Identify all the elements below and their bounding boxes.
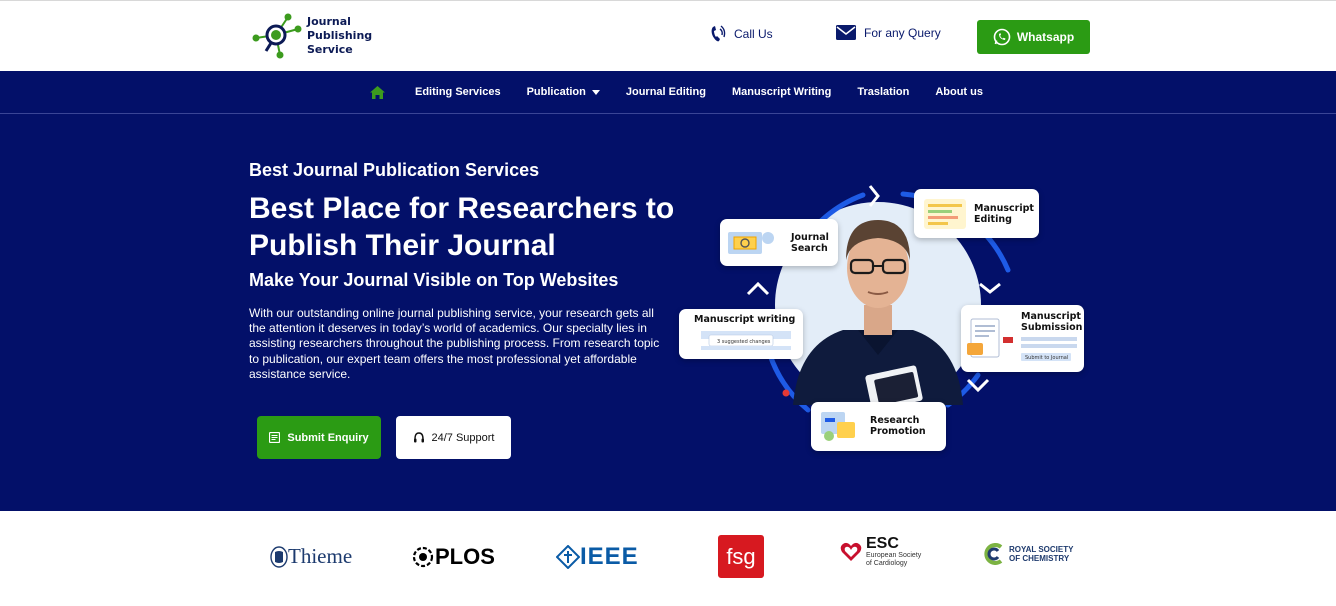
card-manuscript-writing: Manuscript writing 3 suggested changes	[679, 309, 803, 359]
whatsapp-button[interactable]: Whatsapp	[977, 20, 1090, 54]
logo-line-3: Service	[307, 43, 353, 56]
manuscript-editing-icon	[924, 199, 966, 229]
research-promotion-line-2: Promotion	[870, 426, 926, 437]
form-icon	[269, 432, 281, 443]
logo-network-icon	[252, 13, 302, 59]
manuscript-submission-icon	[967, 318, 1013, 358]
fsg-logo: fsg	[718, 535, 764, 578]
envelope-icon	[836, 25, 856, 40]
support-label: 24/7 Support	[431, 431, 495, 444]
hero-section: Best Journal Publication Services Best P…	[0, 114, 1336, 511]
ieee-text: IEEE	[580, 543, 639, 570]
query-email-link[interactable]: For any Query	[836, 25, 941, 40]
main-nav: Editing Services Publication Journal Edi…	[0, 71, 1336, 114]
manuscript-submission-line-1: Manuscript	[1021, 311, 1081, 322]
journal-search-line-2: Search	[791, 243, 828, 254]
logo-line-1: Journal	[307, 15, 351, 28]
rsc-text-1: ROYAL SOCIETY	[1009, 545, 1074, 554]
rsc-text-2: OF CHEMISTRY	[1009, 554, 1070, 563]
rsc-text: ROYAL SOCIETY OF CHEMISTRY	[1009, 545, 1073, 563]
esc-text-block: ESC European Society of Cardiology	[866, 536, 921, 568]
manuscript-editing-line-1: Manuscript	[974, 203, 1034, 214]
heart-icon	[840, 542, 862, 561]
card-journal-search: Journal Search	[720, 219, 838, 266]
rsc-logo: ROYAL SOCIETY OF CHEMISTRY	[983, 543, 1073, 565]
journal-search-line-1: Journal	[791, 232, 829, 243]
manuscript-editing-line-2: Editing	[974, 214, 1012, 225]
headset-icon	[413, 431, 424, 442]
card-manuscript-submission: Manuscript Submission Submit to Journal	[961, 305, 1084, 372]
nav-editing-services[interactable]: Editing Services	[415, 86, 501, 98]
esc-subtext-1: European Society	[866, 552, 922, 559]
esc-logo: ESC European Society of Cardiology	[840, 536, 921, 568]
ieee-diamond-icon	[556, 545, 580, 569]
plos-emblem-icon	[412, 546, 434, 568]
esc-subtext-2: of Cardiology	[866, 560, 908, 567]
nav-publication[interactable]: Publication	[527, 86, 600, 98]
manuscript-editing-label: Manuscript Editing	[974, 203, 1034, 225]
whatsapp-label: Whatsapp	[1016, 30, 1075, 44]
phone-icon	[711, 25, 726, 42]
home-icon	[370, 85, 385, 99]
thieme-logo: Thieme	[270, 544, 352, 569]
submit-enquiry-label: Submit Enquiry	[287, 431, 369, 444]
nav-journal-editing[interactable]: Journal Editing	[626, 86, 706, 98]
journal-search-icon	[728, 232, 774, 254]
suggested-changes-tag: 3 suggested changes	[717, 339, 771, 345]
support-button[interactable]: 24/7 Support	[396, 416, 511, 459]
partner-logos: Thieme PLOS IEEE fsg ESC European Societ…	[0, 511, 1336, 606]
thieme-emblem-icon	[270, 545, 288, 568]
nav-publication-label: Publication	[526, 86, 586, 98]
logo-line-2: Publishing	[307, 29, 373, 42]
call-us-link[interactable]: Call Us	[710, 25, 773, 43]
esc-text: ESC	[866, 535, 899, 552]
hero-eyebrow: Best Journal Publication Services	[249, 160, 540, 180]
services-illustration: Journal Search Manuscript Editing Manusc…	[678, 180, 1088, 455]
manuscript-submission-label: Manuscript Submission	[1021, 311, 1082, 333]
research-promotion-icon	[821, 412, 855, 441]
call-us-label: Call Us	[734, 27, 773, 41]
nav-about-us[interactable]: About us	[935, 86, 983, 98]
research-promotion-line-1: Research	[870, 415, 920, 426]
card-research-promotion: Research Promotion	[811, 402, 946, 451]
manuscript-submission-line-2: Submission	[1021, 322, 1083, 333]
journal-search-label: Journal Search	[791, 232, 829, 254]
submit-to-journal-tag: Submit to Journal	[1025, 355, 1069, 361]
caret-down-icon	[591, 89, 600, 95]
hero-subheading: Make Your Journal Visible on Top Website…	[249, 270, 619, 290]
fsg-text: fsg	[726, 543, 756, 569]
logo-wordmark: Journal Publishing Service	[307, 15, 372, 57]
submit-enquiry-button[interactable]: Submit Enquiry	[257, 416, 381, 459]
plos-logo: PLOS	[411, 544, 495, 570]
plos-text: PLOS	[435, 544, 495, 569]
card-manuscript-editing: Manuscript Editing	[914, 189, 1039, 238]
hero-headline: Best Place for Researchers to Publish Th…	[249, 192, 675, 262]
nav-translation[interactable]: Traslation	[857, 86, 909, 98]
nav-manuscript-writing[interactable]: Manuscript Writing	[732, 86, 831, 98]
site-header: Journal Publishing Service Call Us For a…	[0, 0, 1336, 71]
manuscript-writing-label: Manuscript writing	[694, 314, 796, 325]
rsc-emblem-icon	[984, 543, 1003, 565]
site-logo[interactable]: Journal Publishing Service	[250, 11, 372, 61]
query-label: For any Query	[864, 25, 941, 40]
ieee-logo: IEEE	[556, 543, 639, 571]
research-promotion-label: Research Promotion	[870, 415, 926, 437]
hero-description: With our outstanding online journal publ…	[249, 306, 660, 381]
thieme-text: Thieme	[288, 544, 353, 568]
nav-home[interactable]	[370, 85, 385, 99]
whatsapp-icon	[993, 28, 1011, 46]
